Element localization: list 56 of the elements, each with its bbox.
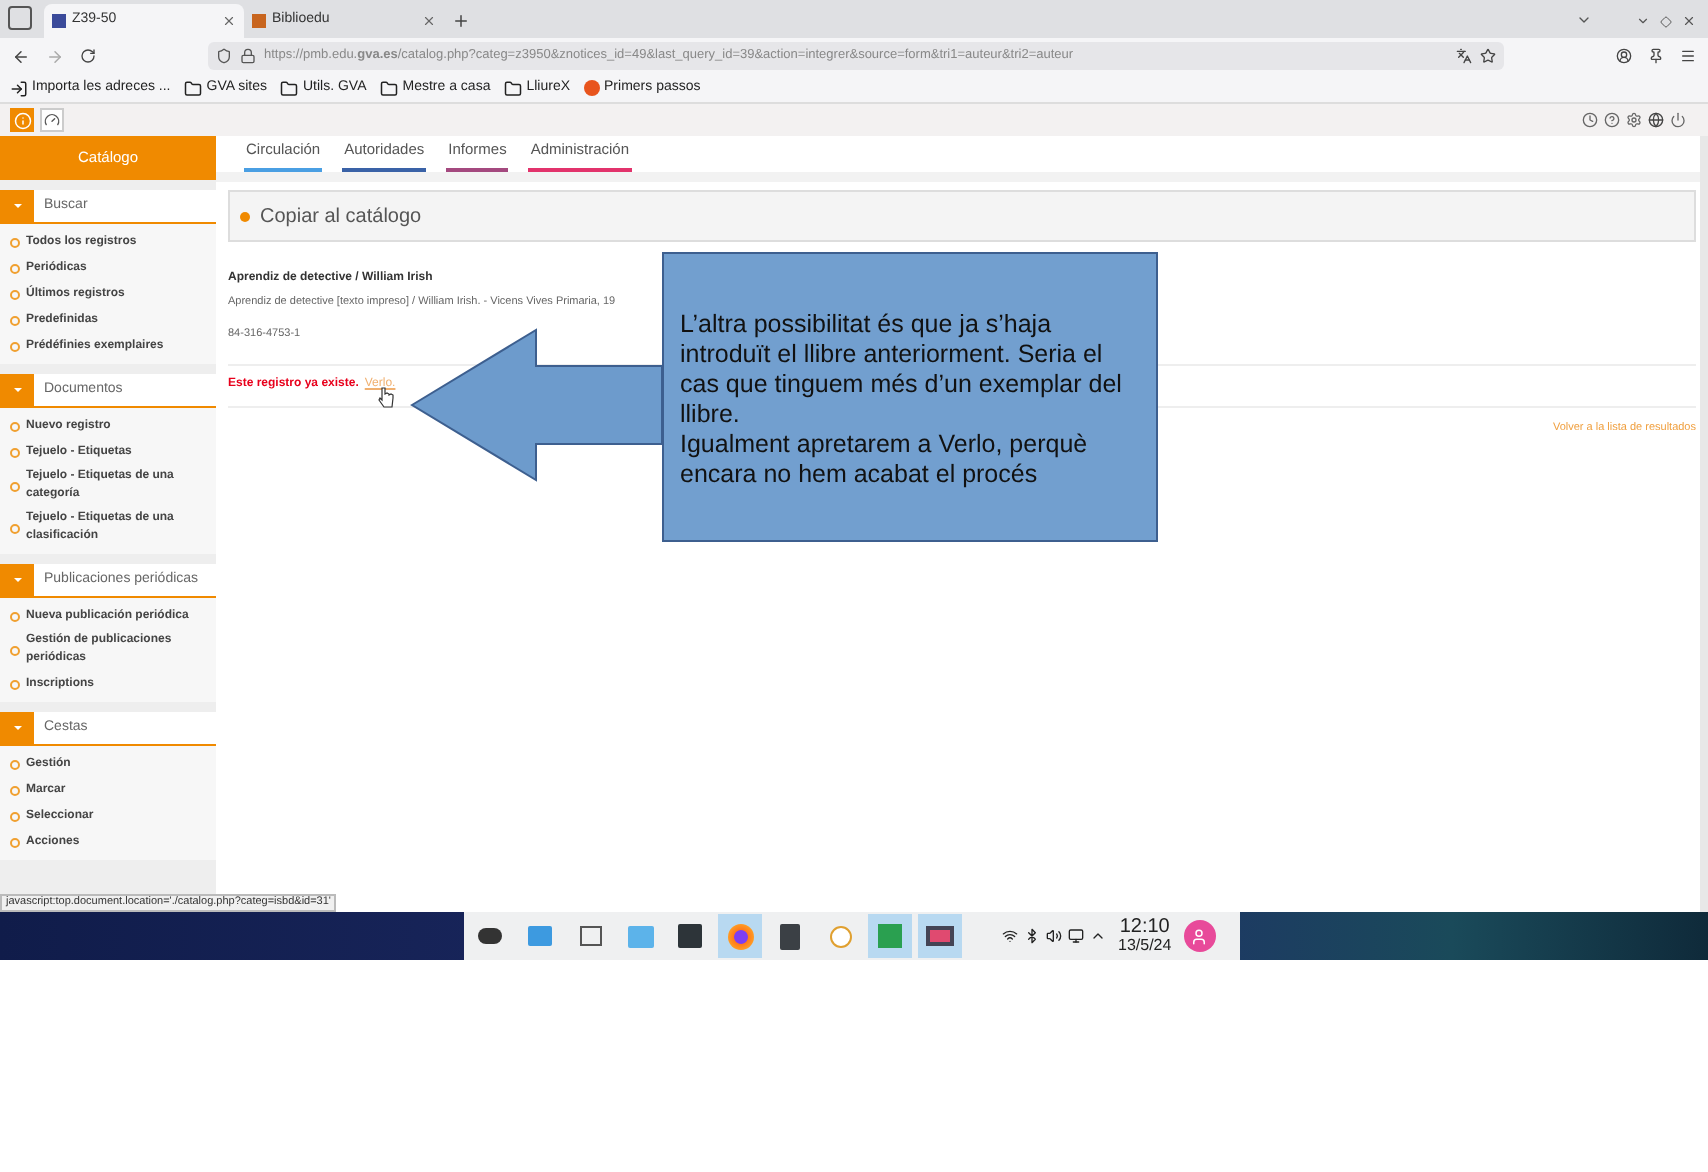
close-icon[interactable] xyxy=(222,14,236,28)
circle-bullet-icon xyxy=(10,341,20,351)
page-title: Copiar al catálogo xyxy=(260,203,422,231)
bookmark-star-icon[interactable] xyxy=(1480,48,1496,64)
circle-bullet-icon xyxy=(10,811,20,821)
circle-bullet-icon xyxy=(10,785,20,795)
circle-bullet-icon xyxy=(10,421,20,431)
help-icon[interactable] xyxy=(1604,112,1620,128)
account-icon[interactable] xyxy=(1616,48,1632,64)
close-icon[interactable] xyxy=(422,14,436,28)
display-icon[interactable] xyxy=(1068,928,1084,944)
circle-bullet-icon xyxy=(10,481,20,491)
monitor-icon[interactable] xyxy=(918,914,962,958)
callout-text: Igualment apretarem a Verlo, perquè encara no hem acabat el procés xyxy=(680,430,1090,490)
menu-icon[interactable] xyxy=(1680,48,1696,64)
dashboard-button[interactable] xyxy=(40,108,64,132)
new-tab-icon[interactable] xyxy=(452,12,470,30)
tray-expand-icon[interactable] xyxy=(1090,928,1106,944)
circle-bullet-icon xyxy=(10,237,20,247)
bluetooth-icon[interactable] xyxy=(1024,928,1040,944)
volume-icon[interactable] xyxy=(1046,928,1062,944)
power-icon[interactable] xyxy=(1670,112,1686,128)
back-icon[interactable] xyxy=(12,47,30,65)
shield-icon xyxy=(216,48,232,64)
favicon-icon xyxy=(52,14,66,28)
clock[interactable]: 12:10 13/5/24 xyxy=(1118,918,1172,954)
close-window-icon[interactable] xyxy=(1682,14,1696,28)
lock-icon xyxy=(240,48,256,64)
circle-bullet-icon xyxy=(10,611,20,621)
extension-icon[interactable] xyxy=(1648,48,1664,64)
import-icon xyxy=(10,79,28,97)
circle-bullet-icon xyxy=(10,263,20,273)
browser-icon[interactable] xyxy=(718,914,762,958)
circle-bullet-icon xyxy=(10,523,20,533)
reload-icon[interactable] xyxy=(80,48,96,64)
circle-bullet-icon xyxy=(10,289,20,299)
circle-bullet-icon xyxy=(10,645,20,655)
tab-list-icon[interactable] xyxy=(1576,12,1592,28)
network-icon[interactable] xyxy=(1002,928,1018,944)
browser-logo-icon xyxy=(584,80,601,96)
settings-icon[interactable] xyxy=(1626,112,1642,128)
circle-bullet-icon xyxy=(10,679,20,689)
tab-overview-icon[interactable] xyxy=(8,6,32,30)
callout-text: L’altra possibilitat és que ja s’haja introduït el llibre anteriorment. Seria el cas que tinguem més d’un exemplar del llibre. xyxy=(680,310,1124,430)
circle-bullet-icon xyxy=(10,759,20,769)
translate-icon[interactable] xyxy=(1456,48,1472,64)
circle-bullet-icon xyxy=(10,447,20,457)
circle-bullet-icon xyxy=(10,315,20,325)
maximize-icon[interactable] xyxy=(1660,16,1672,28)
favicon-icon xyxy=(252,14,266,28)
hand-cursor-icon xyxy=(378,386,394,408)
minimize-icon[interactable] xyxy=(1636,14,1650,28)
user-avatar[interactable] xyxy=(1183,920,1216,952)
globe-icon[interactable] xyxy=(1648,112,1664,128)
history-icon[interactable] xyxy=(1582,112,1598,128)
circle-bullet-icon xyxy=(10,837,20,847)
